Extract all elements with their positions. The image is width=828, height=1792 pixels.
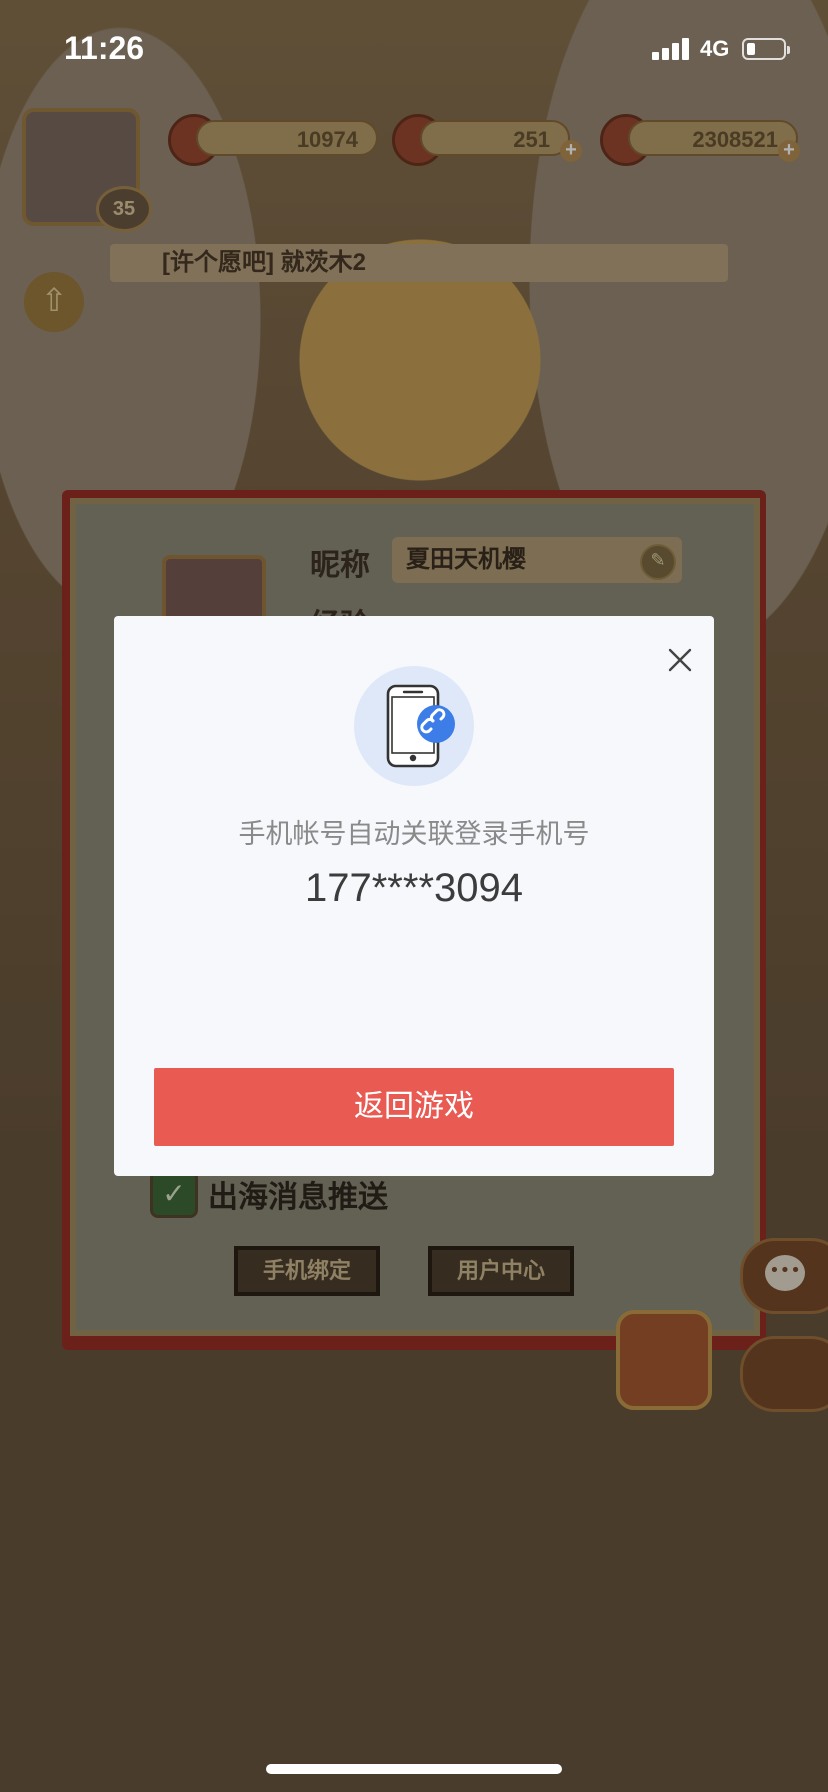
phone-link-dialog: 手机帐号自动关联登录手机号 177****3094 返回游戏 — [114, 616, 714, 1176]
battery-icon — [742, 38, 790, 60]
phone-link-icon — [354, 666, 474, 786]
dialog-message: 手机帐号自动关联登录手机号 — [238, 819, 590, 849]
status-time: 11:26 — [64, 30, 145, 66]
masked-phone-number: 177****3094 — [305, 866, 523, 910]
signal-icon — [652, 38, 692, 60]
home-indicator[interactable] — [266, 1764, 562, 1774]
network-type: 4G — [700, 36, 730, 61]
close-icon[interactable] — [660, 640, 700, 680]
return-to-game-button[interactable]: 返回游戏 — [154, 1068, 674, 1146]
status-bar: 11:26 4G — [0, 0, 828, 100]
